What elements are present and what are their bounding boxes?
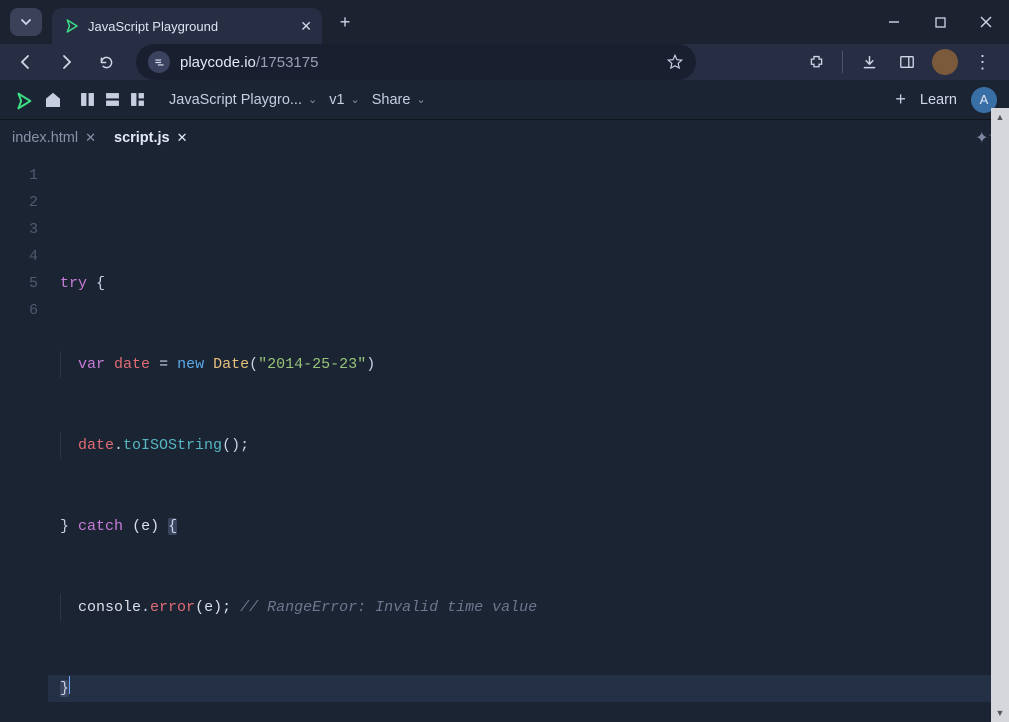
text-cursor [69, 676, 70, 694]
page-scrollbar[interactable]: ▲ ▼ [991, 108, 1009, 722]
chrome-menu-icon[interactable]: ⋮ [965, 44, 1001, 80]
home-icon[interactable] [44, 91, 62, 109]
editor-tab-label: index.html [12, 130, 78, 146]
editor-tab-script-js[interactable]: script.js ✕ [114, 130, 188, 146]
url-text: playcode.io/1753175 [180, 54, 656, 71]
code-content[interactable]: try { var date = new Date("2014-25-23") … [48, 162, 1009, 722]
new-tab-button[interactable]: + [330, 7, 360, 37]
code-editor[interactable]: 1 2 3 4 5 6 try { var date = new Date("2… [0, 156, 1009, 722]
scroll-down-icon[interactable]: ▼ [991, 704, 1009, 722]
browser-toolbar: playcode.io/1753175 ⋮ [0, 44, 1009, 80]
separator [842, 51, 843, 73]
window-titlebar: JavaScript Playground ✕ + [0, 0, 1009, 44]
layout-full-icon[interactable] [130, 92, 145, 107]
layout-columns-icon[interactable] [80, 92, 95, 107]
window-minimize-button[interactable] [871, 2, 917, 42]
app-toolbar: JavaScript Playgro... ⌄ v1 ⌄ Share ⌄ + Lear… [0, 80, 1009, 120]
window-controls [871, 2, 1009, 42]
editor-tab-label: script.js [114, 130, 170, 146]
version-label: v1 [329, 92, 344, 108]
site-info-icon[interactable] [148, 51, 170, 73]
reload-button[interactable] [88, 44, 124, 80]
back-button[interactable] [8, 44, 44, 80]
version-dropdown[interactable]: v1 ⌄ [329, 92, 360, 108]
layout-rows-icon[interactable] [105, 92, 120, 107]
sidepanel-icon[interactable] [889, 44, 925, 80]
add-button[interactable]: + [895, 89, 906, 110]
forward-button[interactable] [48, 44, 84, 80]
project-name-dropdown[interactable]: JavaScript Playgro... ⌄ [169, 92, 317, 108]
share-dropdown[interactable]: Share ⌄ [372, 92, 426, 108]
address-bar[interactable]: playcode.io/1753175 [136, 44, 696, 80]
tab-close-icon[interactable]: ✕ [85, 130, 96, 146]
bookmark-star-icon[interactable] [666, 53, 684, 71]
line-gutter: 1 2 3 4 5 6 [0, 162, 48, 722]
chevron-down-icon: ⌄ [351, 93, 360, 106]
editor-tab-index-html[interactable]: index.html ✕ [12, 130, 96, 146]
extensions-icon[interactable] [798, 44, 834, 80]
tab-favicon-icon [62, 17, 80, 35]
chevron-down-icon: ⌄ [416, 93, 425, 106]
share-label: Share [372, 92, 411, 108]
app-logo-icon[interactable] [12, 90, 32, 110]
learn-link[interactable]: Learn [920, 92, 957, 108]
profile-avatar[interactable] [927, 44, 963, 80]
window-maximize-button[interactable] [917, 2, 963, 42]
chevron-down-icon: ⌄ [308, 93, 317, 106]
scroll-up-icon[interactable]: ▲ [991, 108, 1009, 126]
app-frame: JavaScript Playgro... ⌄ v1 ⌄ Share ⌄ + Lear… [0, 80, 1009, 722]
downloads-icon[interactable] [851, 44, 887, 80]
editor-tabs: index.html ✕ script.js ✕ ✦⁺ [0, 120, 1009, 156]
browser-window: JavaScript Playground ✕ + playcode.io/17… [0, 0, 1009, 722]
tab-search-dropdown[interactable] [10, 8, 42, 36]
tab-close-icon[interactable]: ✕ [177, 130, 188, 146]
project-name-label: JavaScript Playgro... [169, 92, 302, 108]
window-close-button[interactable] [963, 2, 1009, 42]
browser-tab-active[interactable]: JavaScript Playground ✕ [52, 8, 322, 44]
tab-title: JavaScript Playground [88, 19, 218, 34]
layout-toggle-group [80, 92, 145, 107]
tab-close-icon[interactable]: ✕ [300, 18, 312, 35]
scroll-track[interactable] [991, 126, 1009, 704]
